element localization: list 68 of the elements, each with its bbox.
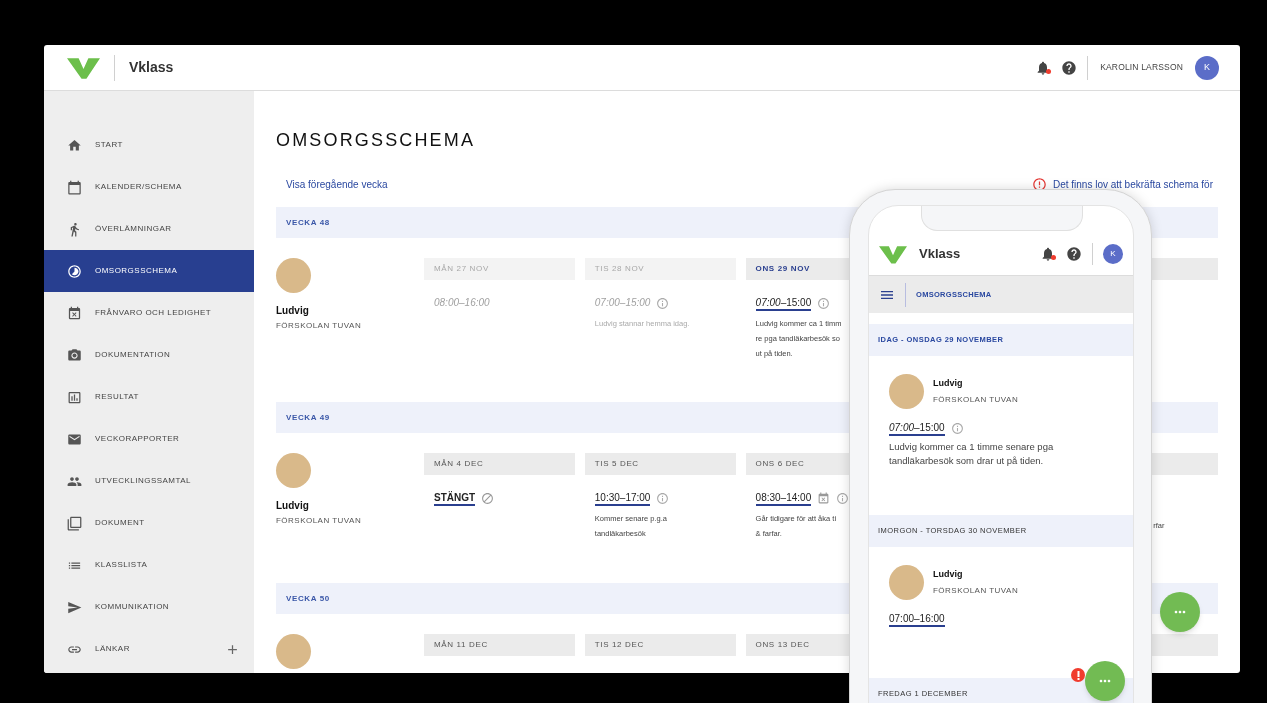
sidebar-item[interactable]: KLASSLISTA [44, 544, 254, 586]
day-header: MÅN 4 DEC [424, 453, 575, 475]
sidebar-item[interactable]: KOMMUNIKATION [44, 586, 254, 628]
time-range[interactable]: 08:30–14:00 [755, 491, 812, 506]
previous-week-link[interactable]: Visa föregående vecka [286, 176, 388, 192]
sidebar-item[interactable]: UTVECKLINGSSAMTAL [44, 460, 254, 502]
day-header: MÅN 11 DEC [424, 634, 575, 656]
sidebar-item[interactable]: VECKORAPPORTER [44, 418, 254, 460]
warning-icon [1031, 176, 1047, 192]
sidebar-item[interactable]: LÄNKAR [44, 628, 254, 670]
child-name: Ludvig [933, 377, 964, 391]
time-range[interactable]: 07:00–15:00 [889, 421, 945, 436]
school-name: FÖRSKOLAN TUVAN [276, 515, 363, 527]
sidebar-item[interactable]: OMSORGSSCHEMA [44, 250, 254, 292]
user-avatar[interactable]: K [1195, 55, 1219, 80]
sidebar-item[interactable]: ÖVERLÄMNINGAR [44, 208, 254, 250]
photo-placeholder [276, 634, 311, 669]
bar-chart-icon [67, 389, 82, 405]
notification-bell-icon[interactable] [1035, 59, 1052, 76]
sidebar-item[interactable]: FRÅNVARO OCH LEDIGHET [44, 292, 254, 334]
user-name: KAROLIN LARSSON [1100, 61, 1183, 74]
closed-label[interactable]: STÄNGT [434, 491, 476, 506]
info-icon[interactable] [950, 422, 964, 435]
calendar-x-icon [67, 305, 82, 321]
info-icon[interactable] [656, 492, 670, 505]
notice-link[interactable]: Det finns lov att bekräfta schema för [1052, 176, 1213, 192]
help-icon[interactable] [1066, 246, 1082, 262]
child-name: Ludvig [933, 568, 964, 582]
info-icon[interactable] [836, 492, 850, 505]
logo-text: Vklass [129, 58, 174, 77]
child-name: Ludvig [276, 499, 310, 513]
documents-icon [67, 515, 82, 531]
more-button[interactable] [1085, 661, 1125, 701]
photo-placeholder [276, 258, 311, 293]
sidebar-item[interactable]: START [44, 124, 254, 166]
day-header: TIS 28 NOV [584, 258, 736, 280]
sidebar-item[interactable]: KALENDER/SCHEMA [44, 166, 254, 208]
calendar-icon [67, 179, 82, 195]
child-name: Ludvig [276, 304, 310, 318]
photo-placeholder [276, 453, 311, 488]
clock-icon [67, 263, 82, 279]
time-range[interactable]: 07:00–16:00 [889, 612, 945, 627]
photo-placeholder [889, 565, 924, 600]
user-avatar[interactable]: K [1103, 244, 1123, 264]
day-header: TIS 5 DEC [584, 453, 736, 475]
camera-icon [67, 347, 82, 363]
help-icon[interactable] [1061, 59, 1078, 76]
sidebar-item[interactable]: DOKUMENT [44, 502, 254, 544]
time-range[interactable]: 10:30–17:00 [594, 491, 651, 506]
info-icon[interactable] [656, 297, 670, 310]
info-icon[interactable] [817, 297, 831, 310]
day-header: TIS 12 DEC [584, 634, 736, 656]
calendar-x-icon[interactable] [817, 492, 831, 505]
logo-icon [67, 56, 100, 79]
sidebar-item[interactable]: DOKUMENTATION [44, 334, 254, 376]
notification-bell-icon[interactable] [1040, 246, 1056, 262]
send-icon [67, 599, 82, 615]
logo-icon [879, 244, 907, 264]
photo-placeholder [889, 374, 924, 409]
page-title: OMSORGSSCHEMA [276, 129, 477, 152]
home-icon [67, 137, 82, 153]
blocked-icon [481, 492, 495, 505]
sidebar-item[interactable]: RESULTAT [44, 376, 254, 418]
time-range[interactable]: 07:00–15:00 [755, 296, 812, 311]
day-header: MÅN 27 NOV [424, 258, 575, 280]
school-name: FÖRSKOLAN TUVAN [276, 320, 363, 332]
school-name: FÖRSKOLAN TUVAN [933, 584, 1019, 597]
logo-text: Vklass [919, 245, 961, 264]
